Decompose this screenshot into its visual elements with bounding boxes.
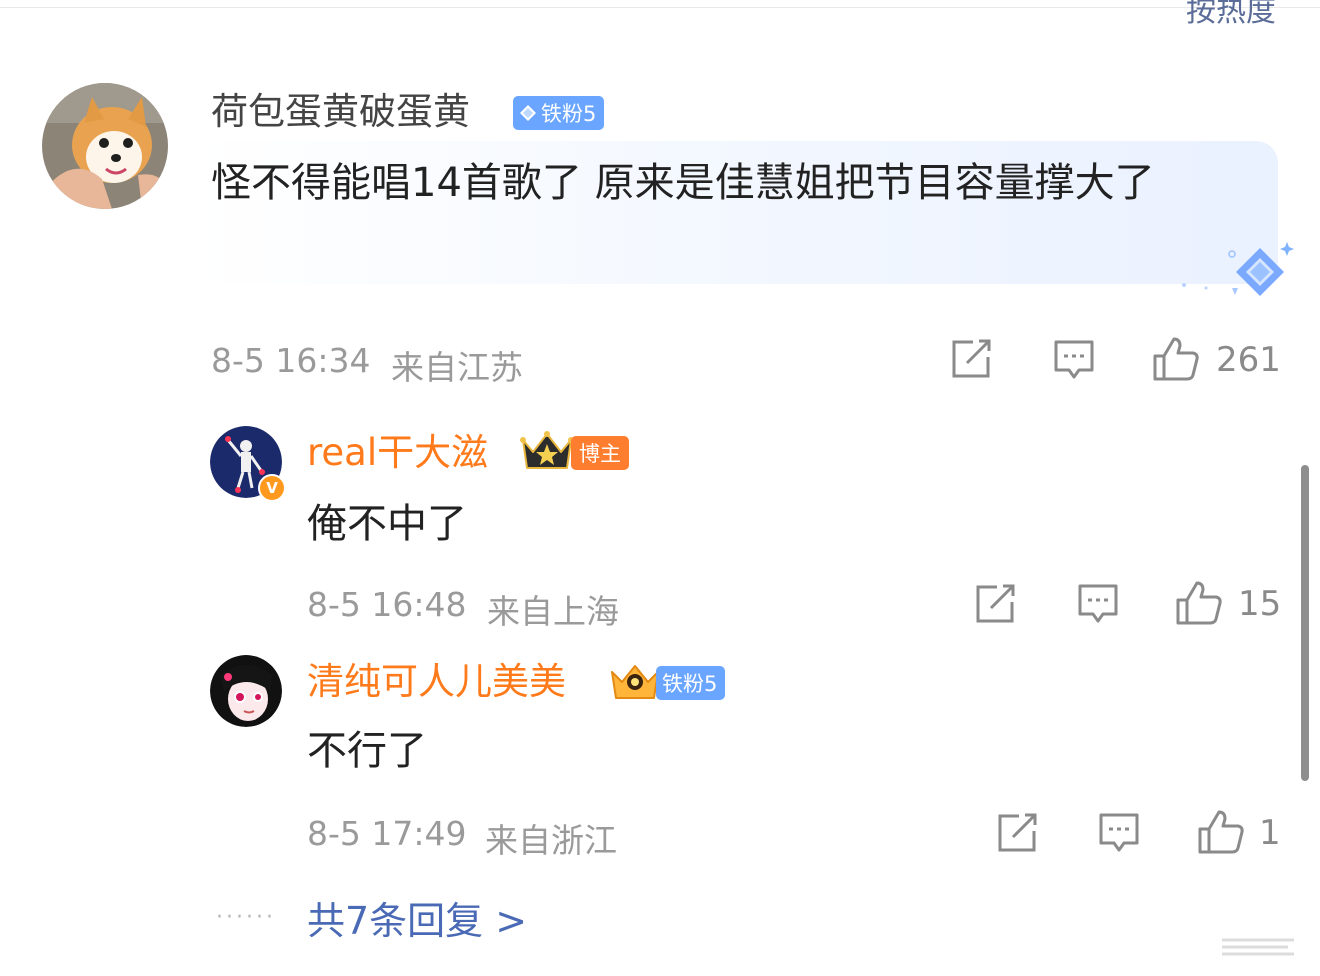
comment-time: 8-5 16:34 (211, 341, 371, 380)
fan-badge[interactable]: 铁粉5 (513, 96, 605, 130)
reply-time: 8-5 16:48 (307, 585, 467, 624)
comment-text[interactable]: 怪不得能唱14首歌了 原来是佳慧姐把节目容量撑大了 (211, 152, 1241, 214)
like-icon[interactable] (1152, 336, 1200, 382)
verified-icon: V (266, 479, 278, 497)
comment-icon[interactable] (1053, 339, 1095, 381)
watermark-icon (1222, 938, 1294, 956)
reply-location: 来自浙江 (485, 821, 617, 860)
avatar[interactable] (42, 83, 168, 209)
reply-text[interactable]: 不行了 (307, 720, 427, 782)
like-count: 15 (1238, 584, 1282, 624)
like-icon[interactable] (1175, 580, 1223, 626)
reply-avatar[interactable] (210, 655, 282, 727)
more-dots: ······ (216, 905, 276, 930)
blogger-badge-label: 博主 (579, 442, 621, 466)
like-icon[interactable] (1197, 809, 1245, 855)
comment-icon[interactable] (1077, 583, 1119, 625)
reply-avatar[interactable]: V (210, 426, 286, 502)
fan-badge[interactable]: 铁粉5 (656, 666, 726, 700)
reply-text[interactable]: 俺不中了 (307, 493, 467, 555)
scrollbar[interactable] (1301, 465, 1309, 781)
crown-icon (611, 665, 659, 699)
fan-badge-label: 铁粉5 (541, 102, 597, 126)
diamond-icon (520, 105, 536, 121)
verified-badge: V (258, 474, 286, 502)
reply-time: 8-5 17:49 (307, 814, 467, 853)
like-count: 1 (1259, 813, 1281, 853)
anime-girl-avatar-icon (210, 655, 282, 727)
comment-location: 来自江苏 (391, 348, 523, 387)
share-icon[interactable] (975, 584, 1017, 624)
diamond-decoration-icon (1182, 242, 1294, 296)
fan-badge-label: 铁粉5 (662, 672, 718, 696)
reply-location: 来自上海 (487, 592, 619, 631)
more-replies-link[interactable]: 共7条回复 > (307, 890, 527, 945)
sort-label[interactable]: 按热度 (1186, 0, 1276, 30)
blogger-badge[interactable]: 博主 (571, 436, 629, 470)
reply-username[interactable]: real干大滋 (307, 431, 488, 475)
corgi-photo-icon (42, 83, 168, 209)
share-icon[interactable] (951, 339, 993, 379)
top-divider (0, 7, 1320, 8)
share-icon[interactable] (997, 813, 1039, 853)
comment-username[interactable]: 荷包蛋黄破蛋黄 (211, 90, 470, 134)
crown-icon (520, 431, 574, 469)
like-count: 261 (1216, 340, 1281, 380)
comment-icon[interactable] (1098, 812, 1140, 854)
reply-username[interactable]: 清纯可人儿美美 (307, 660, 566, 704)
